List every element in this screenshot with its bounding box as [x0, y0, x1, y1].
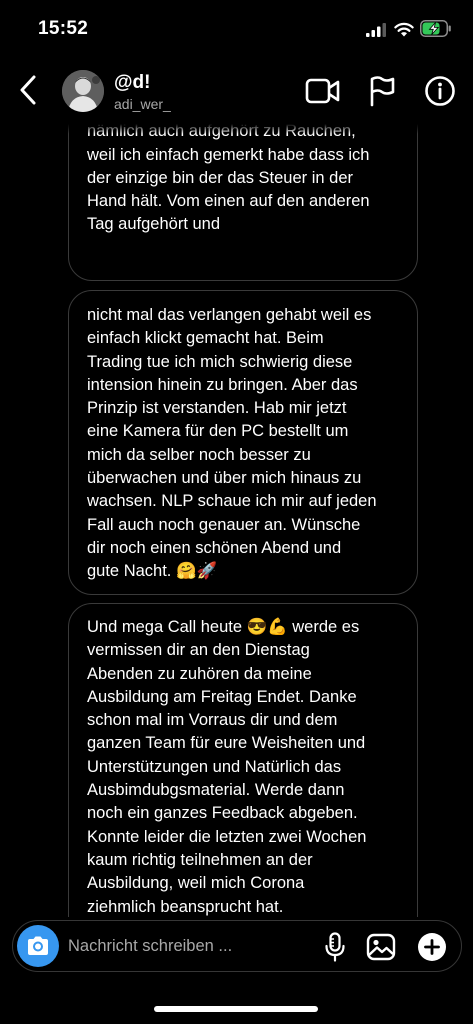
message-text: Und mega Call heute 😎💪 werde es vermisse… [87, 618, 367, 916]
signal-icon [366, 23, 386, 37]
message-bubble[interactable]: Dank dir und dem Trading habe ich nämlic… [68, 124, 418, 281]
flag-icon[interactable] [368, 75, 396, 107]
message-text: Dank dir und dem Trading habe ich nämlic… [87, 124, 370, 234]
camera-icon [28, 936, 48, 955]
message-input[interactable] [68, 934, 308, 958]
status-time: 15:52 [38, 18, 89, 39]
video-camera-icon[interactable] [305, 76, 341, 106]
message-text: nicht mal das verlangen gehabt weil es e… [87, 306, 377, 581]
camera-button[interactable] [17, 925, 59, 967]
plus-icon[interactable] [417, 932, 447, 962]
home-indicator[interactable] [154, 1006, 318, 1012]
wifi-icon [394, 22, 414, 37]
message-bubble[interactable]: nicht mal das verlangen gehabt weil es e… [68, 290, 418, 595]
avatar-image [62, 70, 104, 112]
chat-header: @d! adi_wer_ [0, 58, 473, 124]
scroll-fade [0, 124, 473, 134]
contact-name[interactable]: @d! [114, 72, 150, 94]
contact-username[interactable]: adi_wer_ [114, 96, 171, 112]
info-icon[interactable] [424, 75, 456, 107]
message-bubble[interactable]: Und mega Call heute 😎💪 werde es vermisse… [68, 603, 418, 917]
avatar[interactable] [62, 70, 104, 112]
message-thread[interactable]: Dank dir und dem Trading habe ich nämlic… [0, 124, 473, 917]
gallery-icon[interactable] [366, 933, 396, 961]
back-chevron-icon[interactable] [14, 72, 44, 108]
battery-charging-icon [420, 20, 451, 37]
microphone-icon[interactable] [324, 932, 346, 962]
status-bar: 15:52 [0, 0, 473, 58]
message-composer [12, 920, 462, 972]
